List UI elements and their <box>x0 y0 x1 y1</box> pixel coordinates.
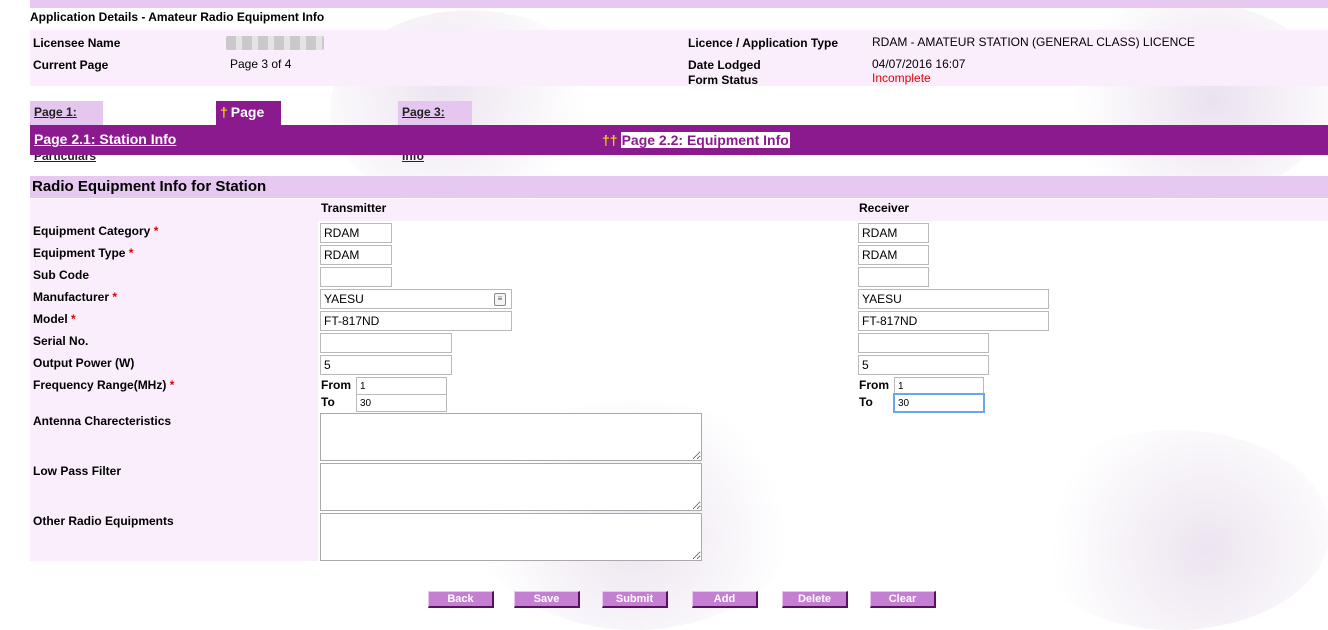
subtab-bar: Page 2.1: Station Info †† Page 2.2: Equip… <box>30 125 1328 155</box>
app-title: Application Details - Amateur Radio Equi… <box>30 10 325 24</box>
date-lodged-label: Date Lodged <box>688 58 761 72</box>
equipment-type-label: Equipment Type * <box>33 246 134 260</box>
column-header-row <box>30 199 1328 221</box>
rx-serial-no-input[interactable] <box>858 333 989 353</box>
contact-card-icon[interactable]: ≡ <box>494 293 506 306</box>
tx-serial-no-input[interactable] <box>320 333 452 353</box>
tx-freq-from-input[interactable] <box>356 377 447 395</box>
required-marker: * <box>112 290 118 304</box>
delete-button[interactable]: Delete <box>782 591 848 608</box>
tx-equipment-type-input[interactable] <box>320 245 392 265</box>
current-page-dagger-icon: † <box>220 104 228 120</box>
tx-to-label: To <box>321 395 335 409</box>
antenna-label: Antenna Charecteristics <box>33 414 172 428</box>
tx-manufacturer-input[interactable] <box>320 289 512 309</box>
background-dish-decoration <box>1020 430 1328 630</box>
required-marker: * <box>169 378 175 392</box>
subtab-station-info[interactable]: Page 2.1: Station Info <box>34 131 176 147</box>
manufacturer-label: Manufacturer * <box>33 290 118 304</box>
other-radio-label: Other Radio Equipments <box>33 514 174 528</box>
tab-attachment-info[interactable]: Page 3: Attachment Info <box>398 101 473 163</box>
form-status-label: Form Status <box>688 73 759 87</box>
form-status-value: Incomplete <box>872 71 931 85</box>
rx-model-input[interactable] <box>858 311 1049 331</box>
required-marker: * <box>71 312 76 326</box>
rx-freq-to-input[interactable] <box>893 393 985 413</box>
tx-equipment-category-input[interactable] <box>320 223 392 243</box>
rx-sub-code-input[interactable] <box>858 267 929 287</box>
model-label: Model * <box>33 312 76 326</box>
transmitter-column-header: Transmitter <box>321 201 387 215</box>
rx-output-power-input[interactable] <box>858 355 989 375</box>
tx-model-input[interactable] <box>320 311 512 331</box>
tab-application-particulars[interactable]: Page 1: Application Particulars <box>30 101 104 163</box>
required-marker: * <box>153 224 159 238</box>
rx-equipment-type-input[interactable] <box>858 245 929 265</box>
licensee-name-label: Licensee Name <box>33 36 121 50</box>
tx-sub-code-input[interactable] <box>320 267 392 287</box>
current-page-label: Current Page <box>33 58 109 72</box>
equipment-category-label: Equipment Category * <box>33 224 159 238</box>
licence-type-value: RDAM - AMATEUR STATION (GENERAL CLASS) L… <box>872 35 1195 49</box>
receiver-column-header: Receiver <box>859 201 910 215</box>
tab-amateur-station[interactable]: †Page 2: Amateur Station <box>216 101 281 186</box>
tx-output-power-input[interactable] <box>320 355 452 375</box>
section-title: Radio Equipment Info for Station <box>32 178 267 195</box>
rx-manufacturer-input[interactable] <box>858 289 1049 309</box>
subtab-equipment-info: Page 2.2: Equipment Info <box>620 132 790 148</box>
sub-code-label: Sub Code <box>33 268 89 282</box>
required-marker: * <box>128 246 134 260</box>
section-header: Radio Equipment Info for Station <box>30 176 1328 198</box>
rx-to-label: To <box>859 395 873 409</box>
date-lodged-value: 04/07/2016 16:07 <box>872 57 966 71</box>
clear-button[interactable]: Clear <box>870 591 936 608</box>
rx-equipment-category-input[interactable] <box>858 223 929 243</box>
other-radio-equipments-textarea[interactable] <box>320 513 702 561</box>
frequency-range-label: Frequency Range(MHz) * <box>33 378 175 392</box>
tx-from-label: From <box>321 378 351 392</box>
current-page-value: Page 3 of 4 <box>230 57 292 71</box>
subtab-equipment-info-wrapper[interactable]: †† Page 2.2: Equipment Info <box>602 132 790 148</box>
label-column-bg-lower <box>30 411 318 561</box>
current-subpage-dagger-icon: †† <box>602 132 618 148</box>
submit-button[interactable]: Submit <box>602 591 668 608</box>
add-button[interactable]: Add <box>692 591 758 608</box>
top-band <box>30 0 1328 8</box>
tx-freq-to-input[interactable] <box>356 394 447 412</box>
rx-from-label: From <box>859 378 889 392</box>
serial-no-label: Serial No. <box>33 334 89 348</box>
low-pass-filter-label: Low Pass Filter <box>33 464 122 478</box>
save-button[interactable]: Save <box>514 591 580 608</box>
low-pass-filter-textarea[interactable] <box>320 463 702 511</box>
antenna-characteristics-textarea[interactable] <box>320 413 702 461</box>
back-button[interactable]: Back <box>428 591 494 608</box>
licence-type-label: Licence / Application Type <box>688 36 839 50</box>
output-power-label: Output Power (W) <box>33 356 135 370</box>
licensee-name-redacted <box>226 36 324 50</box>
